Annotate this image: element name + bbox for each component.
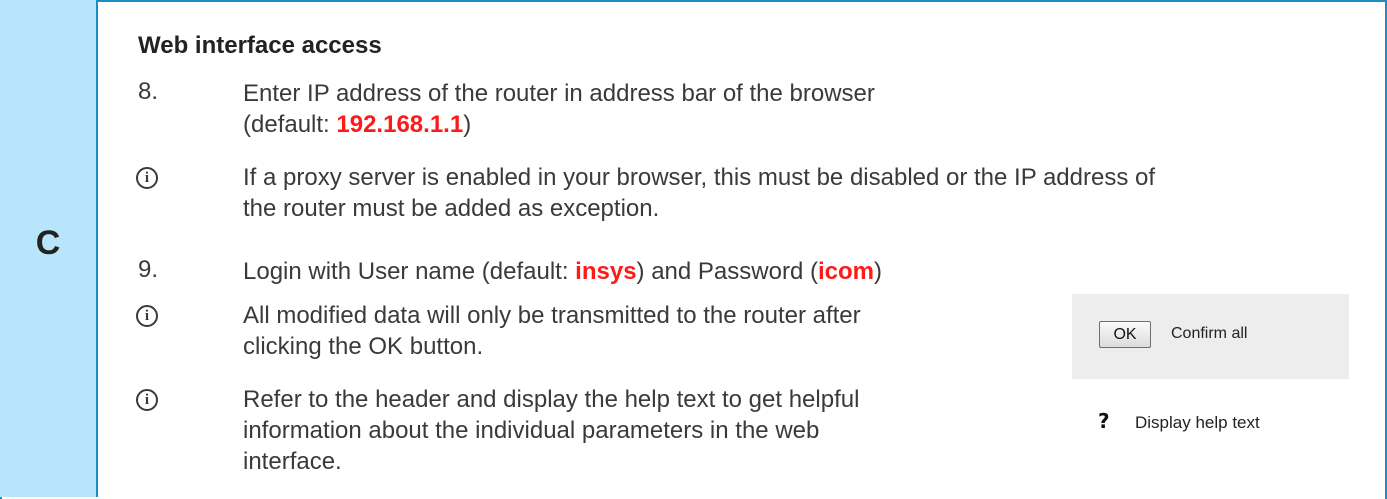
info-help-line-2: information about the individual paramet… bbox=[243, 417, 820, 444]
info-proxy-line-1: If a proxy server is enabled in your bro… bbox=[243, 164, 1156, 191]
ok-button[interactable]: OK bbox=[1099, 321, 1151, 348]
step-8-line-2: (default: 192.168.1.1) bbox=[243, 109, 875, 140]
info-icon: i bbox=[136, 167, 158, 189]
step-8-line-1: Enter IP address of the router in addres… bbox=[243, 80, 875, 107]
info-icon: i bbox=[136, 389, 158, 411]
step-8-default-label: (default: bbox=[243, 111, 337, 138]
info-proxy-text: If a proxy server is enabled in your bro… bbox=[243, 162, 1353, 224]
step-8-text: Enter IP address of the router in addres… bbox=[243, 78, 875, 140]
instruction-content: Web interface access 8. Enter IP address… bbox=[0, 0, 1387, 499]
default-password: icom bbox=[817, 258, 874, 285]
question-mark-icon[interactable]: ? bbox=[1098, 409, 1110, 433]
info-help-text: Refer to the header and display the help… bbox=[243, 384, 859, 477]
step-number-9: 9. bbox=[138, 256, 159, 283]
confirm-all-panel: OK Confirm all bbox=[1072, 294, 1349, 379]
step-9-text: Login with User name (default: insys) an… bbox=[243, 256, 882, 287]
step-9-text-a: Login with User name (default: bbox=[243, 258, 576, 285]
default-ip-address: 192.168.1.1 bbox=[336, 111, 464, 138]
info-help-line-3: interface. bbox=[243, 448, 342, 475]
info-proxy-line-2: the router must be added as exception. bbox=[243, 195, 660, 222]
confirm-all-label: Confirm all bbox=[1171, 325, 1248, 342]
step-9-text-b: ) and Password ( bbox=[636, 258, 818, 285]
display-help-text-link[interactable]: Display help text bbox=[1135, 413, 1260, 433]
info-help-line-1: Refer to the header and display the help… bbox=[243, 386, 860, 413]
info-ok-line-2: clicking the OK button. bbox=[243, 333, 484, 360]
info-ok-line-1: All modified data will only be transmitt… bbox=[243, 302, 861, 329]
step-number-8: 8. bbox=[138, 78, 159, 105]
default-username: insys bbox=[575, 258, 637, 285]
step-9-text-c: ) bbox=[873, 258, 882, 285]
info-icon: i bbox=[136, 305, 158, 327]
section-heading: Web interface access bbox=[138, 32, 382, 59]
info-ok-text: All modified data will only be transmitt… bbox=[243, 300, 861, 362]
step-8-closing: ) bbox=[463, 111, 472, 138]
